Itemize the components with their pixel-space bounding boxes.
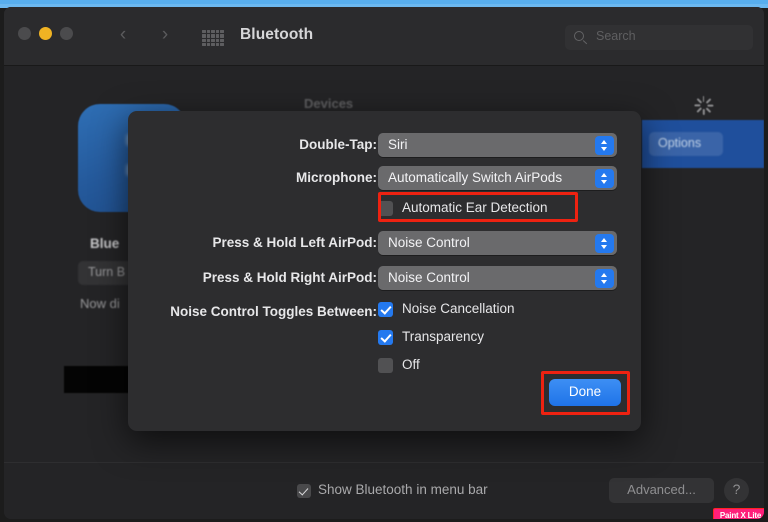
- press-hold-right-value: Noise Control: [388, 269, 470, 285]
- noise-cancellation-checkbox[interactable]: [378, 302, 393, 317]
- show-bluetooth-menubar-checkbox[interactable]: [297, 484, 311, 498]
- device-options-label: Options: [658, 136, 702, 150]
- row-press-hold-left: Press & Hold Left AirPod: Noise Control: [128, 231, 641, 255]
- advanced-button-label: Advanced...: [627, 482, 696, 497]
- search-input[interactable]: Search: [565, 25, 753, 50]
- label-press-hold-left: Press & Hold Left AirPod:: [212, 235, 377, 250]
- row-double-tap: Double-Tap: Siri: [128, 133, 641, 157]
- chevron-updown-icon: [595, 135, 614, 155]
- watermark-text: Paint X Lite: [719, 511, 762, 519]
- bluetooth-status-text: Now di: [80, 296, 120, 311]
- advanced-button[interactable]: Advanced...: [609, 478, 714, 503]
- microphone-value: Automatically Switch AirPods: [388, 169, 563, 185]
- press-hold-left-popup-button[interactable]: Noise Control: [378, 231, 617, 255]
- watermark-badge: Paint X Lite: [713, 508, 764, 519]
- label-noise-control-toggles: Noise Control Toggles Between:: [170, 304, 377, 319]
- transparency-checkbox[interactable]: [378, 330, 393, 345]
- help-icon: ?: [732, 481, 741, 497]
- close-button[interactable]: [18, 27, 31, 40]
- automatic-ear-detection-checkbox[interactable]: [378, 201, 393, 216]
- window-top-accent-inner: [0, 0, 768, 4]
- show-all-grid-icon[interactable]: [202, 30, 224, 46]
- help-button[interactable]: ?: [724, 478, 749, 503]
- search-icon: [574, 31, 584, 41]
- row-microphone: Microphone: Automatically Switch AirPods: [128, 166, 641, 190]
- window-toolbar: ‹ › Bluetooth Search: [4, 7, 764, 66]
- noise-cancellation-label: Noise Cancellation: [402, 301, 515, 316]
- label-press-hold-right: Press & Hold Right AirPod:: [202, 270, 377, 285]
- chevron-updown-icon: [595, 168, 614, 188]
- label-microphone: Microphone:: [296, 170, 377, 185]
- back-chevron-icon[interactable]: ‹: [114, 25, 132, 45]
- double-tap-value: Siri: [388, 136, 408, 152]
- transparency-label: Transparency: [402, 329, 485, 344]
- forward-chevron-icon[interactable]: ›: [156, 25, 174, 45]
- minimize-button[interactable]: [39, 27, 52, 40]
- bluetooth-preferences-window: ‹ › Bluetooth Search Devices Blue Turn B…: [4, 7, 764, 519]
- device-options-button[interactable]: Options: [649, 132, 723, 156]
- show-bluetooth-menubar-label: Show Bluetooth in menu bar: [318, 482, 488, 497]
- off-checkbox[interactable]: [378, 358, 393, 373]
- label-double-tap: Double-Tap:: [299, 137, 377, 152]
- devices-header: Devices: [304, 96, 354, 111]
- press-hold-left-value: Noise Control: [388, 234, 470, 250]
- turn-bluetooth-label: Turn B: [88, 265, 126, 279]
- automatic-ear-detection-label: Automatic Ear Detection: [402, 200, 548, 215]
- page-title: Bluetooth: [240, 26, 314, 43]
- press-hold-right-popup-button[interactable]: Noise Control: [378, 266, 617, 290]
- chevron-updown-icon: [595, 268, 614, 288]
- search-placeholder: Search: [596, 29, 636, 43]
- screen: ‹ › Bluetooth Search Devices Blue Turn B…: [0, 0, 768, 522]
- double-tap-popup-button[interactable]: Siri: [378, 133, 617, 157]
- bluetooth-device-name: Blue: [90, 236, 120, 251]
- done-button-label: Done: [568, 384, 602, 399]
- done-button[interactable]: Done: [549, 379, 621, 406]
- microphone-popup-button[interactable]: Automatically Switch AirPods: [378, 166, 617, 190]
- zoom-button[interactable]: [60, 27, 73, 40]
- chevron-updown-icon: [595, 233, 614, 253]
- row-press-hold-right: Press & Hold Right AirPod: Noise Control: [128, 266, 641, 290]
- loading-spinner-icon: [693, 96, 713, 115]
- traffic-lights: [18, 27, 73, 40]
- off-label: Off: [402, 357, 420, 372]
